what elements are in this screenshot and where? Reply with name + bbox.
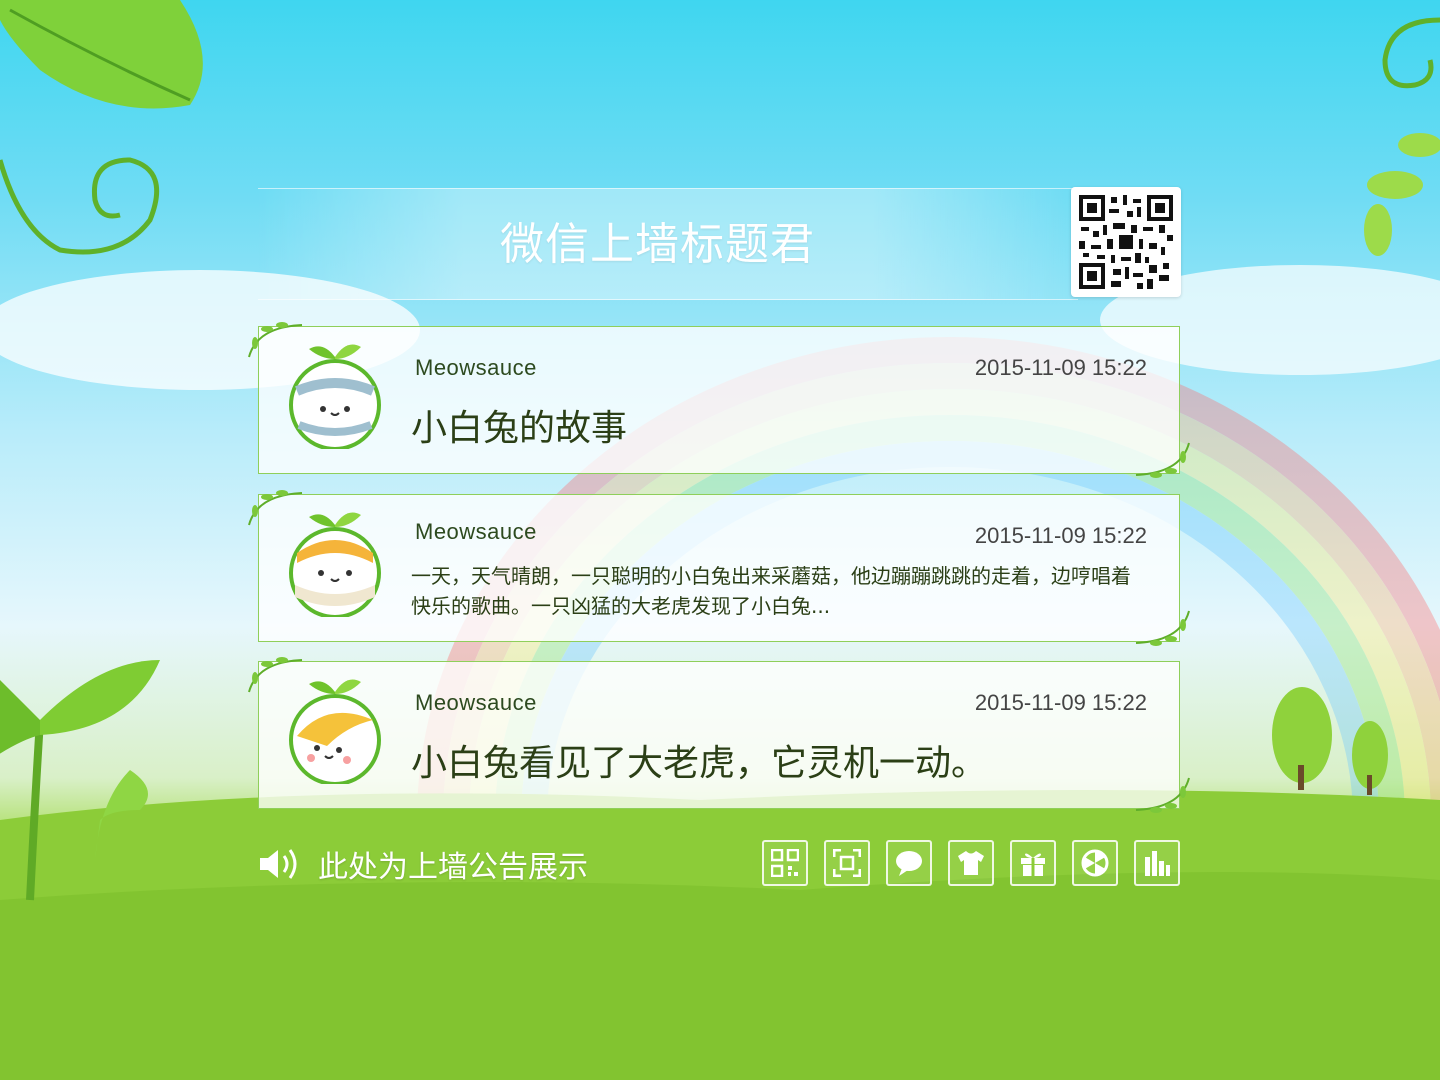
chat-button[interactable] xyxy=(886,840,932,886)
sender-name: Meowsauce xyxy=(415,355,537,380)
fullscreen-icon xyxy=(833,849,861,877)
message-timestamp: 2015-11-09 15:22 xyxy=(974,690,1147,715)
qr-code[interactable] xyxy=(1071,187,1181,297)
qr-code-icon xyxy=(1079,195,1173,289)
message-text: 小白兔看见了大老虎，它灵机一动。 xyxy=(411,743,988,784)
cat-avatar-scarf-icon xyxy=(289,512,381,617)
toolbar xyxy=(762,840,1180,886)
vine-decoration-icon xyxy=(1135,777,1190,813)
message-timestamp: 2015-11-09 15:22 xyxy=(974,523,1147,548)
lottery-wheel-icon xyxy=(1081,849,1109,877)
page-title: 微信上墙标题君 xyxy=(500,219,815,270)
qr-code-button[interactable] xyxy=(762,840,808,886)
message-card: Meowsauce 2015-11-09 15:22 小白兔的故事 xyxy=(248,322,1190,478)
sender-name: Meowsauce xyxy=(415,690,537,715)
message-card: Meowsauce 2015-11-09 15:22 小白兔看见了大老虎，它灵机… xyxy=(248,657,1190,813)
announcement-bar: 此处为上墙公告展示 xyxy=(258,840,588,888)
message-text: 一天，天气晴朗，一只聪明的小白兔出来采蘑菇，他边蹦蹦跳跳的走着，边哼唱着快乐的歌… xyxy=(411,564,1131,618)
sender-name: Meowsauce xyxy=(415,519,537,544)
cat-avatar-striped-icon xyxy=(289,344,381,449)
qr-code-icon xyxy=(771,849,799,877)
fullscreen-button[interactable] xyxy=(824,840,870,886)
message-timestamp: 2015-11-09 15:22 xyxy=(974,355,1147,380)
shirt-icon xyxy=(958,851,984,875)
message-card: Meowsauce 2015-11-09 15:22 一天，天气晴朗，一只聪明的… xyxy=(248,490,1190,646)
gift-button[interactable] xyxy=(1010,840,1056,886)
gift-icon xyxy=(1021,853,1045,876)
speaker-icon xyxy=(260,849,297,879)
chat-icon xyxy=(896,851,922,876)
vine-decoration-icon xyxy=(1135,610,1190,646)
shirt-button[interactable] xyxy=(948,840,994,886)
cat-avatar-hat-icon xyxy=(289,679,381,784)
lottery-button[interactable] xyxy=(1072,840,1118,886)
announcement-text: 此处为上墙公告展示 xyxy=(318,850,588,885)
message-text: 小白兔的故事 xyxy=(411,408,628,449)
statistics-button[interactable] xyxy=(1134,840,1180,886)
vine-decoration-icon xyxy=(1135,442,1190,478)
bar-chart-icon xyxy=(1145,851,1170,876)
